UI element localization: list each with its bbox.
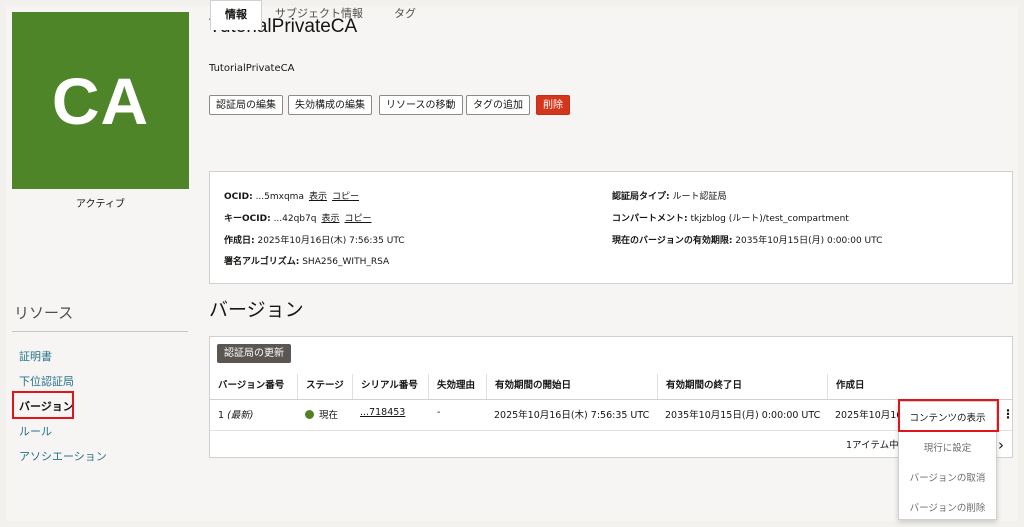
nav-item-associations[interactable]: アソシエーション	[19, 448, 107, 464]
cell-created: 2025年10月16	[835, 410, 903, 421]
table-row-divider	[210, 430, 1012, 431]
cell-stage: 現在	[305, 407, 338, 421]
tab-tags[interactable]: タグ	[394, 0, 416, 30]
column-header-serial-number[interactable]: シリアル番号	[352, 374, 428, 400]
highlight-box-nav	[12, 391, 74, 419]
key-ocid-copy-link[interactable]: コピー	[344, 214, 371, 224]
nav-item-certificates[interactable]: 証明書	[19, 348, 52, 364]
column-header-valid-from[interactable]: 有効期間の開始日	[486, 374, 657, 400]
menu-item-delete-version[interactable]: バージョンの削除	[899, 500, 996, 514]
resources-divider	[12, 331, 188, 332]
nav-item-subordinate-cas[interactable]: 下位認証局	[19, 373, 74, 389]
compartment-field: コンパートメント: tkjzblog (ルート)/test_compartmen…	[612, 214, 849, 224]
add-tags-button[interactable]: タグの追加	[466, 95, 530, 115]
move-resource-button[interactable]: リソースの移動	[379, 95, 463, 115]
ca-icon-tile: CA	[12, 12, 189, 189]
column-header-created[interactable]: 作成日	[827, 374, 1012, 400]
cell-revocation-reason: -	[437, 407, 441, 418]
current-version-validity-field: 現在のバージョンの有効期限: 2035年10月15日(月) 0:00:00 UT…	[612, 236, 883, 246]
cell-valid-to: 2035年10月15日(月) 0:00:00 UTC	[665, 410, 821, 421]
tab-info[interactable]: 情報	[210, 0, 262, 30]
cell-valid-from: 2025年10月16日(木) 7:56:35 UTC	[494, 410, 650, 421]
tab-subject-info[interactable]: サブジェクト情報	[275, 0, 363, 30]
key-ocid-show-link[interactable]: 表示	[321, 214, 339, 224]
ocid-show-link[interactable]: 表示	[309, 192, 327, 202]
cell-version-number: 1 (最新)	[218, 410, 254, 421]
ca-status: アクティブ	[76, 199, 125, 210]
highlight-box-menu	[898, 399, 999, 432]
cell-serial-number-link[interactable]: ...718453	[360, 407, 405, 418]
key-ocid-field: キーOCID: ...42qb7q 表示 コピー	[224, 214, 372, 224]
nav-item-rules[interactable]: ルール	[19, 423, 52, 439]
delete-button[interactable]: 削除	[536, 95, 570, 115]
rotate-ca-button[interactable]: 認証局の更新	[217, 344, 291, 363]
versions-title: バージョン	[209, 300, 304, 321]
edit-revocation-button[interactable]: 失効構成の編集	[288, 95, 372, 115]
menu-item-set-current[interactable]: 現行に設定	[899, 440, 996, 454]
ca-type-field: 認証局タイプ: ルート認証局	[612, 192, 727, 202]
chevron-right-icon[interactable]: ›	[998, 436, 1004, 454]
row-actions-kebab-icon[interactable]: ⋮	[1002, 407, 1014, 421]
created-field: 作成日: 2025年10月16日(木) 7:56:35 UTC	[224, 236, 405, 246]
status-dot-icon	[305, 410, 314, 419]
ca-tile-text: CA	[51, 63, 150, 138]
pagination-label: 1アイテム中	[846, 440, 899, 451]
resources-title: リソース	[14, 305, 74, 322]
column-header-valid-to[interactable]: 有効期間の終了日	[657, 374, 827, 400]
signing-algorithm-field: 署名アルゴリズム: SHA256_WITH_RSA	[224, 257, 390, 267]
info-panel	[209, 171, 1013, 284]
menu-item-revoke-version[interactable]: バージョンの取消	[899, 470, 996, 484]
column-header-revocation-reason[interactable]: 失効理由	[428, 374, 486, 400]
column-header-version-number[interactable]: バージョン番号	[210, 374, 297, 400]
page-subtitle: TutorialPrivateCA	[209, 63, 295, 74]
edit-ca-button[interactable]: 認証局の編集	[209, 95, 283, 115]
table-header-divider	[210, 399, 1012, 400]
column-header-stage[interactable]: ステージ	[297, 374, 352, 400]
ocid-copy-link[interactable]: コピー	[332, 192, 359, 202]
ocid-field: OCID: ...5mxqma 表示 コピー	[224, 192, 359, 202]
